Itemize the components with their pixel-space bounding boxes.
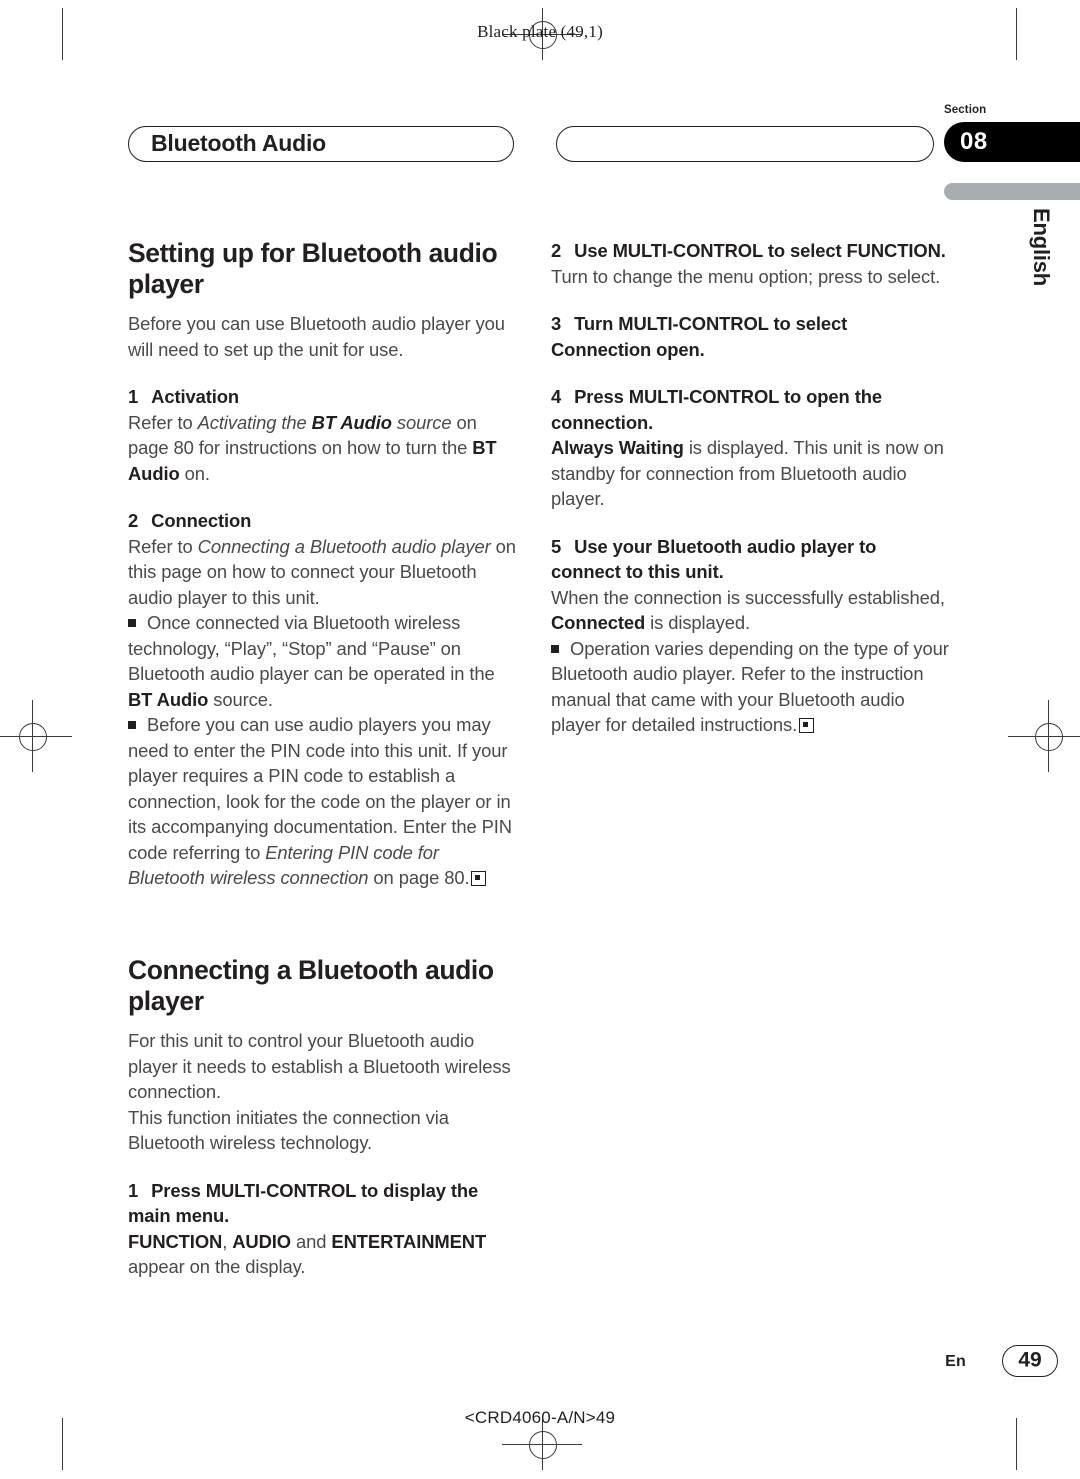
- page-number-pill: 49: [1002, 1345, 1058, 1377]
- page-footer: En 49: [0, 1345, 1080, 1379]
- registration-ring: [529, 1431, 557, 1459]
- bullet-square-icon: [128, 619, 136, 628]
- bullet-square-icon: [551, 644, 559, 653]
- note-item-operation-varies: Operation varies depending on the type o…: [551, 636, 951, 738]
- step-heading-open-connection: 4 Press MULTI-CONTROL to open the connect…: [551, 384, 951, 435]
- section-tab: 08: [944, 122, 1080, 162]
- intro-paragraph: Before you can use Bluetooth audio playe…: [128, 313, 505, 360]
- text-fragment: Once connected via Bluetooth wireless te…: [128, 612, 495, 685]
- text-fragment: Operation varies depending on the type o…: [551, 637, 949, 736]
- text-fragment: ,: [222, 1230, 233, 1252]
- step-heading-activation: 1 Activation: [128, 384, 518, 410]
- footer-language-code: En: [945, 1353, 966, 1370]
- text-bold: AUDIO: [232, 1230, 292, 1252]
- registration-ring: [19, 723, 47, 751]
- text-fragment: on page 80.: [368, 867, 470, 889]
- text-italic: Connecting a Bluetooth audio player: [197, 535, 491, 557]
- text-fragment: on.: [179, 462, 210, 484]
- step-body-connection: Refer to Connecting a Bluetooth audio pl…: [128, 534, 518, 611]
- step-number: 1: [128, 386, 139, 408]
- end-marker-icon: [799, 718, 815, 733]
- text-fragment: Before you can use audio players you may…: [128, 714, 512, 863]
- bullet-square-icon: [128, 721, 136, 730]
- step-body-always-waiting: Always Waiting is displayed. This unit i…: [551, 435, 951, 512]
- left-column: Setting up for Bluetooth audio player Be…: [128, 238, 518, 1280]
- language-tab-label: English: [1029, 208, 1054, 287]
- right-column: 2 Use MULTI-CONTROL to select FUNCTION. T…: [551, 238, 951, 738]
- section-heading-connecting: Connecting a Bluetooth audio player: [128, 954, 494, 1016]
- note-item-play-stop-pause: Once connected via Bluetooth wireless te…: [128, 610, 518, 712]
- text-italic: source: [391, 411, 452, 433]
- text-fragment: and: [291, 1230, 332, 1252]
- step-body-function: Turn to change the menu option; press to…: [551, 265, 941, 287]
- text-bold: BT Audio: [128, 688, 209, 710]
- plate-note: Black plate (49,1): [477, 22, 603, 41]
- step-title: Press MULTI-CONTROL to display the main …: [128, 1179, 479, 1227]
- step-heading-turn-multi-control: 3 Turn MULTI-CONTROL to select Connection…: [551, 311, 951, 362]
- page-number: 49: [1018, 1348, 1042, 1372]
- text-fragment: When the connection is successfully esta…: [551, 586, 945, 608]
- section-label: Section: [944, 104, 987, 116]
- step-number: 2: [128, 510, 139, 532]
- step-title: Connection: [151, 510, 252, 532]
- chapter-title: Bluetooth Audio: [151, 129, 326, 156]
- step-title: Turn MULTI-CONTROL to select Connection …: [551, 313, 848, 360]
- step-heading-press-multi-control: 1 Press MULTI-CONTROL to display the main…: [128, 1178, 518, 1229]
- step-number: 1: [128, 1179, 139, 1201]
- print-code: <CRD4060-A/N>49: [464, 1408, 616, 1427]
- section-heading-setting-up: Setting up for Bluetooth audio player: [128, 238, 498, 299]
- text-italic: Activating the: [197, 411, 312, 433]
- step-heading-use-multi-control: 2 Use MULTI-CONTROL to select FUNCTION.: [551, 238, 951, 264]
- text-fragment: is displayed.: [645, 612, 751, 633]
- connecting-paragraph-1: For this unit to control your Bluetooth …: [128, 1030, 511, 1103]
- text-fragment: Refer to: [128, 411, 198, 433]
- section-number: 08: [960, 128, 988, 155]
- language-bar: [944, 183, 1080, 200]
- step-number: 4: [551, 386, 562, 407]
- step-title: Activation: [151, 386, 240, 408]
- text-bold: ENTERTAINMENT: [331, 1230, 487, 1252]
- registration-ring: [1035, 723, 1063, 751]
- text-fragment: Refer to: [128, 535, 198, 557]
- text-bold: Connected: [551, 612, 646, 633]
- step-title: Use your Bluetooth audio player to conne…: [551, 535, 877, 583]
- step-number: 3: [551, 313, 562, 334]
- end-marker-icon: [471, 871, 487, 887]
- step-heading-connection: 2 Connection: [128, 508, 518, 534]
- chapter-title-pill: Bluetooth Audio: [128, 126, 514, 162]
- text-fragment: source.: [208, 688, 273, 710]
- step-number: 2: [551, 240, 562, 261]
- step-heading-use-player: 5 Use your Bluetooth audio player to conn…: [551, 534, 951, 585]
- step-number: 5: [551, 535, 562, 557]
- registration-mark-left: [0, 700, 72, 772]
- step-body-main-menu: FUNCTION, AUDIO and ENTERTAINMENT appear…: [128, 1229, 518, 1280]
- text-bold: Always Waiting: [551, 437, 684, 458]
- step-title: Use MULTI-CONTROL to select FUNCTION.: [574, 240, 946, 261]
- text-bold-italic: BT Audio: [311, 411, 392, 433]
- text-bold: FUNCTION: [128, 1230, 223, 1252]
- step-body-activation: Refer to Activating the BT Audio source …: [128, 410, 518, 487]
- header-pill-right: [556, 126, 934, 162]
- step-title: Press MULTI-CONTROL to open the connecti…: [551, 386, 882, 433]
- text-fragment: appear on the display.: [128, 1256, 306, 1278]
- connecting-paragraph-2: This function initiates the connection v…: [128, 1106, 449, 1154]
- registration-mark-right: [1008, 700, 1080, 772]
- step-body-connected: When the connection is successfully esta…: [551, 585, 951, 636]
- note-item-pin-code: Before you can use audio players you may…: [128, 712, 518, 891]
